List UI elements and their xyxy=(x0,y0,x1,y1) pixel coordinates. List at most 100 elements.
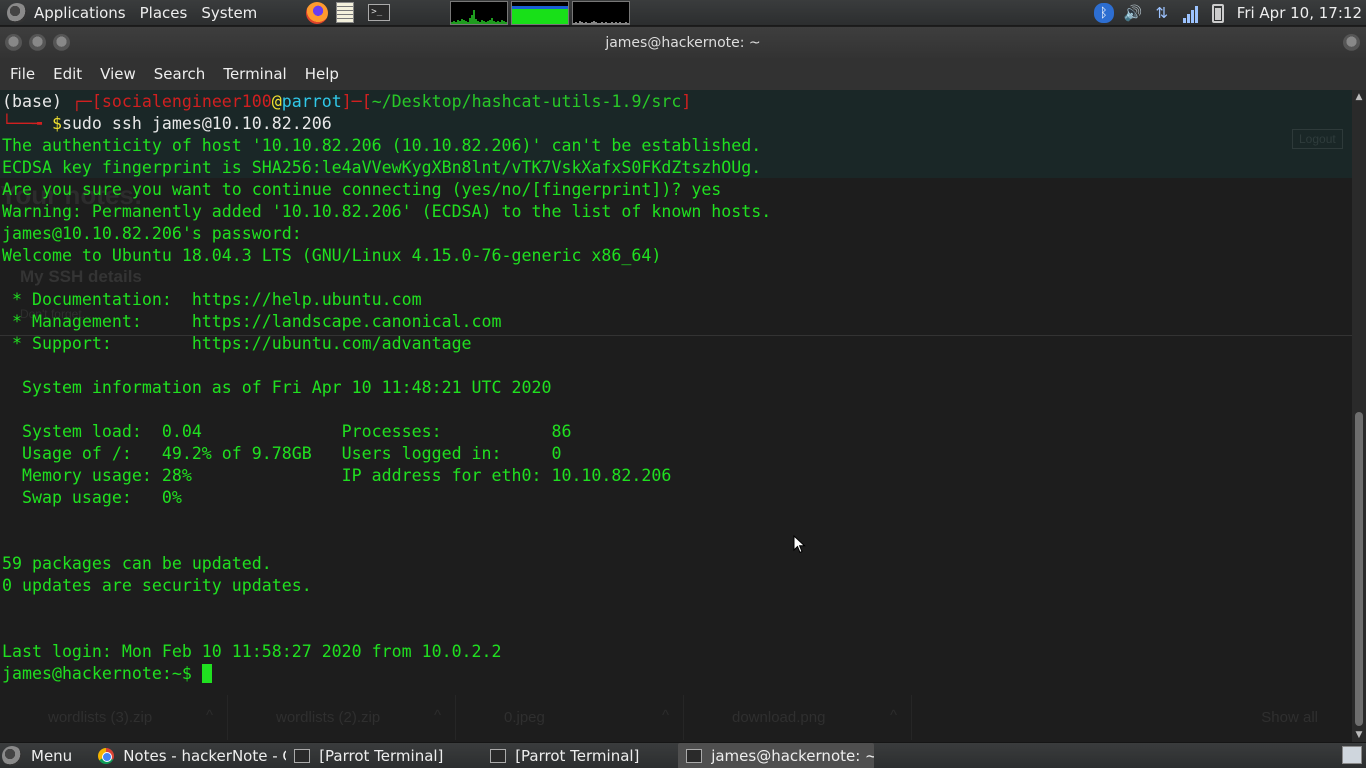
taskbar-item-label: Notes - hackerNote - G... xyxy=(123,746,286,765)
clock[interactable]: Fri Apr 10, 17:12 xyxy=(1237,4,1362,22)
system-menu[interactable]: System xyxy=(194,0,264,26)
current-prompt-line[interactable]: james@hackernote:~$ xyxy=(2,663,212,685)
cpu-monitor-graph[interactable] xyxy=(450,0,509,25)
output-line: 0 updates are security updates. xyxy=(2,576,312,595)
output-line: Are you sure you want to continue connec… xyxy=(2,180,722,199)
terminal-icon xyxy=(294,748,311,763)
volume-icon[interactable]: 🔊 xyxy=(1123,3,1143,23)
applications-menu[interactable]: Applications xyxy=(27,0,133,26)
output-line: System load: 0.04 Processes: 86 xyxy=(2,422,572,441)
output-line: System information as of Fri Apr 10 11:4… xyxy=(2,378,552,397)
background-download-item: download.png xyxy=(684,695,912,740)
output-line: Swap usage: 0% xyxy=(2,488,182,507)
current-prompt: james@hackernote:~$ xyxy=(2,664,202,683)
prompt-corner-top: ┌─[ xyxy=(71,92,102,111)
top-panel: Applications Places System >_ ᛒ 🔊 ⇅ Fri … xyxy=(0,0,1366,26)
prompt-separator: ]─[ xyxy=(341,92,372,111)
taskbar-item-notes[interactable]: Notes - hackerNote - G... xyxy=(90,743,286,768)
places-menu[interactable]: Places xyxy=(133,0,195,26)
bottom-panel: Menu Notes - hackerNote - G... [Parrot T… xyxy=(0,742,1366,768)
menu-edit[interactable]: Edit xyxy=(44,58,91,90)
output-line: * Documentation: https://help.ubuntu.com xyxy=(2,290,422,309)
show-desktop-button[interactable] xyxy=(1342,745,1364,766)
memory-fill xyxy=(512,8,569,24)
parrot-logo-icon xyxy=(2,745,22,766)
output-line: 59 packages can be updated. xyxy=(2,554,272,573)
scroll-up-arrow-icon[interactable]: ▲ xyxy=(1352,90,1366,104)
output-line: james@10.10.82.206's password: xyxy=(2,224,312,243)
text-cursor xyxy=(201,664,212,683)
menu-view[interactable]: View xyxy=(91,58,145,90)
prompt-line: (base) ┌─[socialengineer100@parrot]─[~/D… xyxy=(2,91,691,113)
menu-help[interactable]: Help xyxy=(296,58,348,90)
taskbar-item-parrot-terminal[interactable]: [Parrot Terminal] xyxy=(482,743,678,768)
conda-env: (base) xyxy=(2,92,72,111)
background-download-item: 0.jpeg xyxy=(456,695,684,740)
output-line: Welcome to Ubuntu 18.04.3 LTS (GNU/Linux… xyxy=(2,246,662,265)
scrollbar-thumb[interactable] xyxy=(1355,412,1363,726)
prompt-host: parrot xyxy=(281,92,342,111)
background-show-all: Show all xyxy=(1261,709,1318,726)
text-editor-launcher[interactable] xyxy=(334,2,356,24)
terminal-launcher[interactable]: >_ xyxy=(368,2,391,24)
memory-fill-top xyxy=(512,5,569,9)
background-ssh-heading: My SSH details xyxy=(20,267,142,286)
text-editor-icon xyxy=(336,2,355,23)
firefox-launcher[interactable] xyxy=(306,1,329,24)
start-menu-button[interactable]: Menu xyxy=(0,743,80,768)
command-line: └──╼ $sudo ssh james@10.10.82.206 xyxy=(2,113,332,135)
terminal-icon xyxy=(490,748,507,763)
output-line: Warning: Permanently added '10.10.82.206… xyxy=(2,202,772,221)
output-line: The authenticity of host '10.10.82.206 (… xyxy=(2,136,762,155)
output-line: Usage of /: 49.2% of 9.78GB Users logged… xyxy=(2,444,562,463)
prompt-corner-bottom: └──╼ xyxy=(2,114,52,133)
prompt-at: @ xyxy=(271,92,282,111)
background-downloads-bar: wordlists (3).zip wordlists (2).zip 0.jp… xyxy=(0,695,1352,740)
terminal-icon xyxy=(686,748,703,763)
command-text: sudo ssh james@10.10.82.206 xyxy=(61,114,332,133)
taskbar-item-label: [Parrot Terminal] xyxy=(319,746,444,765)
network-icon[interactable]: ⇅ xyxy=(1152,3,1172,23)
taskbar-item-label: [Parrot Terminal] xyxy=(515,746,640,765)
battery-indicator[interactable] xyxy=(1210,3,1226,23)
cpu-activity-bar xyxy=(505,21,508,24)
menu-search[interactable]: Search xyxy=(145,58,215,90)
terminal-menubar: File Edit View Search Terminal Help xyxy=(0,58,1366,90)
menu-terminal[interactable]: Terminal xyxy=(214,58,295,90)
output-line: Memory usage: 28% IP address for eth0: 1… xyxy=(2,466,672,485)
menu-file[interactable]: File xyxy=(0,58,44,90)
terminal-scrollbar[interactable]: ▲ ▼ xyxy=(1352,90,1366,742)
chrome-icon xyxy=(98,747,115,764)
network-monitor-graph[interactable] xyxy=(572,0,631,25)
output-line: * Support: https://ubuntu.com/advantage xyxy=(2,334,472,353)
parrot-logo-icon[interactable] xyxy=(7,2,27,23)
window-titlebar[interactable]: james@hackernote: ~ xyxy=(0,27,1366,58)
memory-monitor-graph[interactable] xyxy=(511,0,570,25)
prompt-close: ] xyxy=(681,92,692,111)
prompt-dollar: $ xyxy=(51,114,62,133)
firefox-icon xyxy=(306,1,329,24)
close-window-button[interactable] xyxy=(5,34,22,51)
bluetooth-icon[interactable]: ᛒ xyxy=(1093,3,1114,23)
maximize-window-button[interactable] xyxy=(53,34,70,51)
background-download-item: wordlists (2).zip xyxy=(228,695,456,740)
window-menu-button[interactable] xyxy=(1343,34,1360,51)
taskbar-item-parrot-terminal[interactable]: [Parrot Terminal] xyxy=(286,743,482,768)
output-line: Last login: Mon Feb 10 11:58:27 2020 fro… xyxy=(2,642,502,661)
scroll-down-arrow-icon[interactable]: ▼ xyxy=(1352,728,1366,742)
taskbar-item-label: james@hackernote: ~ xyxy=(711,746,875,765)
battery-icon xyxy=(1211,3,1224,23)
taskbar-item-james-terminal[interactable]: james@hackernote: ~ xyxy=(678,742,875,768)
window-title: james@hackernote: ~ xyxy=(605,34,761,51)
prompt-user: socialengineer100 xyxy=(101,92,272,111)
terminal-output[interactable]: Logout Your notes: My SSH details Don't … xyxy=(0,90,1352,742)
terminal-icon: >_ xyxy=(368,4,391,21)
output-line: ECDSA key fingerprint is SHA256:le4aVVew… xyxy=(2,158,762,177)
system-tray: ᛒ 🔊 ⇅ Fri Apr 10, 17:12 xyxy=(1093,0,1366,26)
desktop-icon xyxy=(1342,745,1362,764)
background-download-item: wordlists (3).zip xyxy=(0,695,228,740)
network-activity-bar xyxy=(627,22,630,24)
minimize-window-button[interactable] xyxy=(29,34,46,51)
signal-icon[interactable] xyxy=(1181,3,1201,23)
background-logout-button: Logout xyxy=(1292,129,1343,149)
